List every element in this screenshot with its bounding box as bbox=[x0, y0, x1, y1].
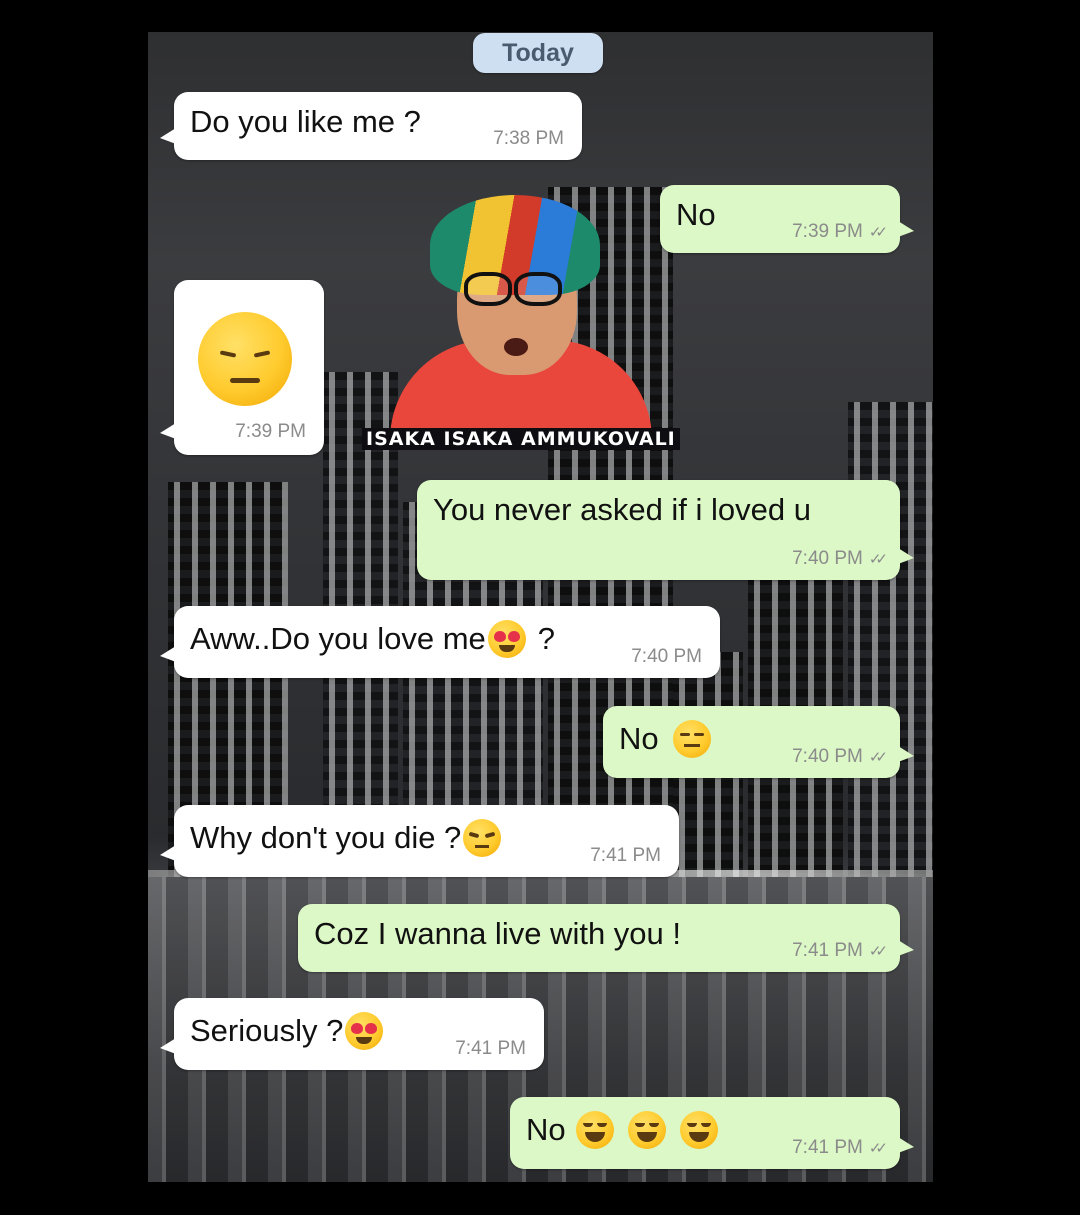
message-bubble-incoming[interactable]: Seriously ? 7:41 PM bbox=[160, 998, 544, 1070]
message-bubble-incoming[interactable]: Aww..Do you love me ? 7:40 PM bbox=[160, 606, 720, 678]
sticker-image[interactable]: ISAKA ISAKA AMMUKOVALI bbox=[362, 190, 680, 452]
message-text: No bbox=[526, 1111, 718, 1149]
sticker-mouth bbox=[504, 338, 528, 356]
message-text: No bbox=[619, 720, 711, 758]
message-text: Seriously ? bbox=[190, 1012, 384, 1050]
tears-of-joy-icon bbox=[627, 1111, 666, 1149]
message-timestamp: 7:39 PM ✓✓ bbox=[792, 221, 888, 242]
message-bubble-outgoing[interactable]: No 7:39 PM ✓✓ bbox=[660, 185, 914, 253]
message-text: No bbox=[676, 197, 716, 232]
message-text: Coz I wanna live with you ! bbox=[314, 916, 682, 951]
tears-of-joy-icon bbox=[679, 1111, 718, 1149]
message-text: Do you like me ? bbox=[190, 104, 421, 139]
message-bubble-incoming[interactable]: Why don't you die ? 7:41 PM bbox=[160, 805, 679, 877]
message-timestamp: 7:39 PM bbox=[235, 421, 306, 442]
message-timestamp: 7:41 PM ✓✓ bbox=[792, 940, 888, 961]
message-timestamp: 7:40 PM ✓✓ bbox=[792, 548, 888, 569]
heart-eyes-icon bbox=[345, 1012, 384, 1050]
unamused-face-icon bbox=[463, 819, 502, 857]
heart-eyes-icon bbox=[487, 620, 526, 658]
message-text: You never asked if i loved u bbox=[433, 492, 811, 527]
sticker-caption: ISAKA ISAKA AMMUKOVALI bbox=[362, 428, 680, 450]
read-receipt-icon: ✓✓ bbox=[868, 224, 888, 241]
message-text: Why don't you die ? bbox=[190, 819, 502, 857]
message-bubble-outgoing[interactable]: No 7:40 PM ✓✓ bbox=[603, 706, 914, 778]
message-timestamp: 7:40 PM bbox=[631, 646, 702, 667]
message-bubble-outgoing[interactable]: Coz I wanna live with you ! 7:41 PM ✓✓ bbox=[298, 904, 914, 972]
sticker-glasses bbox=[464, 272, 512, 306]
message-text: Aww..Do you love me ? bbox=[190, 620, 556, 658]
message-bubble-outgoing[interactable]: You never asked if i loved u 7:40 PM ✓✓ bbox=[417, 480, 914, 580]
tears-of-joy-icon bbox=[575, 1111, 614, 1149]
message-bubble-incoming[interactable]: 7:39 PM bbox=[160, 280, 324, 455]
message-timestamp: 7:41 PM bbox=[590, 845, 661, 866]
skyline-building bbox=[848, 402, 933, 877]
date-divider: Today bbox=[473, 33, 603, 73]
read-receipt-icon: ✓✓ bbox=[868, 1140, 888, 1157]
message-bubble-incoming[interactable]: Do you like me ? 7:38 PM bbox=[160, 92, 582, 160]
message-bubble-outgoing[interactable]: No 7:41 PM ✓✓ bbox=[510, 1097, 914, 1169]
read-receipt-icon: ✓✓ bbox=[868, 749, 888, 766]
message-timestamp: 7:41 PM ✓✓ bbox=[792, 1137, 888, 1158]
read-receipt-icon: ✓✓ bbox=[868, 551, 888, 568]
message-timestamp: 7:41 PM bbox=[455, 1038, 526, 1059]
read-receipt-icon: ✓✓ bbox=[868, 943, 888, 960]
sticker-glasses bbox=[514, 272, 562, 306]
expressionless-face-icon bbox=[672, 720, 711, 758]
message-timestamp: 7:38 PM bbox=[493, 128, 564, 149]
message-timestamp: 7:40 PM ✓✓ bbox=[792, 746, 888, 767]
pensive-face-icon bbox=[198, 312, 292, 406]
